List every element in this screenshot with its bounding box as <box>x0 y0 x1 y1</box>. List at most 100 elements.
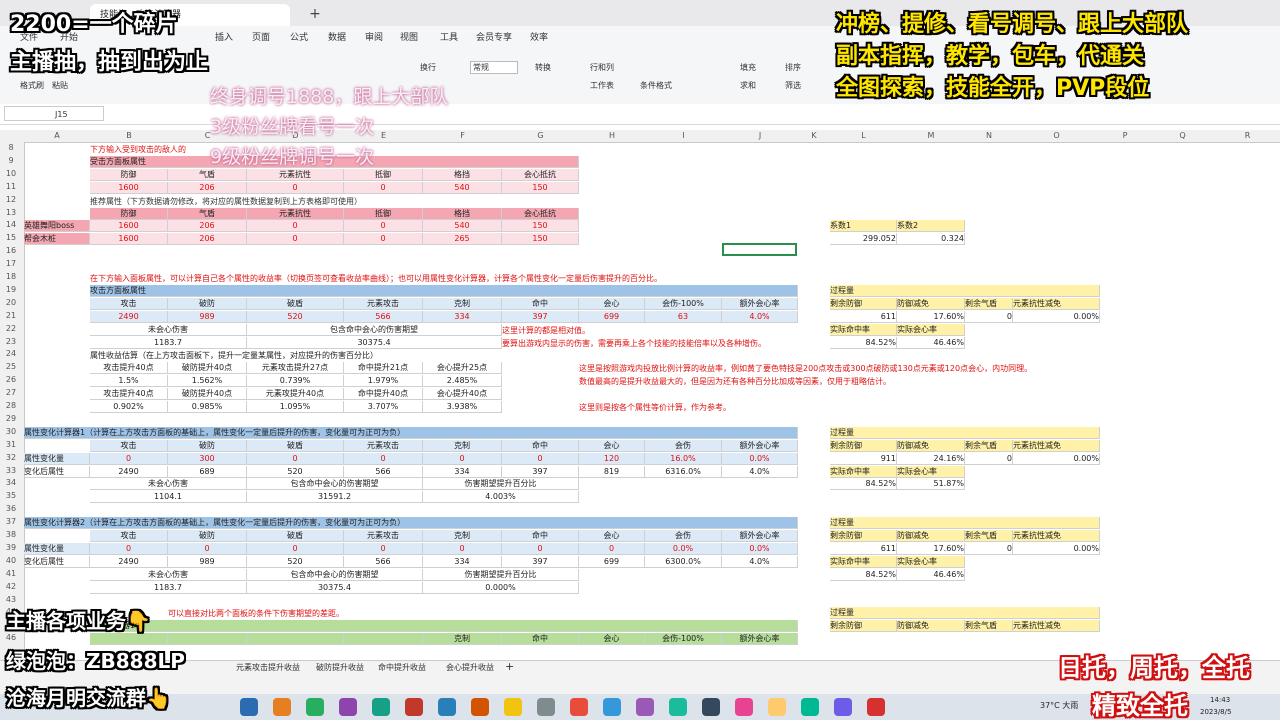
add-sheet-button[interactable]: + <box>505 660 514 673</box>
taskbar-app-icon[interactable] <box>372 698 390 716</box>
taskbar-app-icon[interactable] <box>273 698 291 716</box>
row-header-34[interactable]: 34 <box>0 478 22 487</box>
taskbar-app-icon[interactable] <box>669 698 687 716</box>
row-header-30[interactable]: 30 <box>0 427 22 436</box>
column-header-M[interactable]: M <box>897 131 965 140</box>
menu-item-10[interactable]: 效率 <box>530 30 548 43</box>
wrap-button[interactable]: 换行 <box>420 62 436 73</box>
column-header-I[interactable]: I <box>645 131 722 140</box>
row-col-button[interactable]: 行和列 <box>590 62 614 73</box>
row-header-13[interactable]: 13 <box>0 208 22 217</box>
row-header-39[interactable]: 39 <box>0 543 22 552</box>
column-header-J[interactable]: J <box>722 131 798 140</box>
menu-item-3[interactable]: 页面 <box>252 30 270 43</box>
format-painter-button[interactable]: 格式刷 <box>20 80 44 91</box>
menu-item-4[interactable]: 公式 <box>290 30 308 43</box>
row-header-37[interactable]: 37 <box>0 517 22 526</box>
taskbar-app-icon[interactable] <box>768 698 786 716</box>
fill-button[interactable]: 填充 <box>740 62 756 73</box>
column-header-Q[interactable]: Q <box>1150 131 1215 140</box>
menu-item-8[interactable]: 工具 <box>440 30 458 43</box>
sum-button[interactable]: 求和 <box>740 80 756 91</box>
taskbar-app-icon[interactable] <box>636 698 654 716</box>
row-header-38[interactable]: 38 <box>0 530 22 539</box>
selected-cell-j15[interactable] <box>722 243 797 256</box>
row-header-11[interactable]: 11 <box>0 182 22 191</box>
cond-format-button[interactable]: 条件格式 <box>640 80 672 91</box>
name-box[interactable]: J15 <box>4 106 104 121</box>
column-header-R[interactable]: R <box>1215 131 1280 140</box>
convert-button[interactable]: 转换 <box>535 62 551 73</box>
row-header-19[interactable]: 19 <box>0 285 22 294</box>
row-header-12[interactable]: 12 <box>0 195 22 204</box>
row-header-16[interactable]: 16 <box>0 246 22 255</box>
taskbar-app-icon[interactable] <box>504 698 522 716</box>
taskbar-app-icon[interactable] <box>603 698 621 716</box>
menu-item-5[interactable]: 数据 <box>328 30 346 43</box>
row-header-29[interactable]: 29 <box>0 414 22 423</box>
menu-item-9[interactable]: 会员专享 <box>476 30 512 43</box>
column-header-B[interactable]: B <box>90 131 168 140</box>
row-header-31[interactable]: 31 <box>0 440 22 449</box>
row-header-41[interactable]: 41 <box>0 569 22 578</box>
taskbar-app-icon[interactable] <box>834 698 852 716</box>
column-header-F[interactable]: F <box>423 131 502 140</box>
row-header-20[interactable]: 20 <box>0 298 22 307</box>
row-header-46[interactable]: 46 <box>0 633 22 642</box>
column-header-G[interactable]: G <box>502 131 579 140</box>
row-header-28[interactable]: 28 <box>0 401 22 410</box>
worksheet-button[interactable]: 工作表 <box>590 80 614 91</box>
paste-button[interactable]: 粘贴 <box>52 80 68 91</box>
menu-item-2[interactable]: 插入 <box>215 30 233 43</box>
column-header-O[interactable]: O <box>1013 131 1100 140</box>
row-header-40[interactable]: 40 <box>0 556 22 565</box>
new-tab-button[interactable]: + <box>300 5 330 23</box>
row-header-27[interactable]: 27 <box>0 388 22 397</box>
row-header-9[interactable]: 9 <box>0 156 22 165</box>
row-header-18[interactable]: 18 <box>0 272 22 281</box>
column-header-A[interactable]: A <box>24 131 90 140</box>
taskbar-app-icon[interactable] <box>240 698 258 716</box>
row-header-14[interactable]: 14 <box>0 220 22 229</box>
taskbar-app-icon[interactable] <box>306 698 324 716</box>
filter-button[interactable]: 筛选 <box>785 80 801 91</box>
row-header-24[interactable]: 24 <box>0 349 22 358</box>
number-format-select[interactable]: 常规 <box>470 61 518 74</box>
taskbar-app-icon[interactable] <box>867 698 885 716</box>
sheet-tab-3[interactable]: 会心提升收益 <box>446 662 494 673</box>
row-header-15[interactable]: 15 <box>0 233 22 242</box>
row-header-10[interactable]: 10 <box>0 169 22 178</box>
taskbar-app-icon[interactable] <box>702 698 720 716</box>
sheet-tab-1[interactable]: 破防提升收益 <box>316 662 364 673</box>
row-header-26[interactable]: 26 <box>0 375 22 384</box>
row-header-17[interactable]: 17 <box>0 259 22 268</box>
row-header-22[interactable]: 22 <box>0 324 22 333</box>
row-header-33[interactable]: 33 <box>0 466 22 475</box>
taskbar-app-icon[interactable] <box>339 698 357 716</box>
taskbar-app-icon[interactable] <box>570 698 588 716</box>
row-header-36[interactable]: 36 <box>0 504 22 513</box>
taskbar-app-icon[interactable] <box>735 698 753 716</box>
column-header-K[interactable]: K <box>798 131 830 140</box>
menu-item-7[interactable]: 视图 <box>400 30 418 43</box>
sheet-tab-0[interactable]: 元素攻击提升收益 <box>236 662 300 673</box>
taskbar-app-icon[interactable] <box>537 698 555 716</box>
sheet-tab-2[interactable]: 命中提升收益 <box>378 662 426 673</box>
column-header-N[interactable]: N <box>965 131 1013 140</box>
taskbar-app-icon[interactable] <box>471 698 489 716</box>
taskbar-app-icon[interactable] <box>801 698 819 716</box>
row-header-25[interactable]: 25 <box>0 362 22 371</box>
menu-item-6[interactable]: 审阅 <box>365 30 383 43</box>
column-header-P[interactable]: P <box>1100 131 1150 140</box>
row-header-23[interactable]: 23 <box>0 337 22 346</box>
row-header-42[interactable]: 42 <box>0 582 22 591</box>
sort-button[interactable]: 排序 <box>785 62 801 73</box>
row-header-21[interactable]: 21 <box>0 311 22 320</box>
column-header-L[interactable]: L <box>830 131 897 140</box>
row-header-32[interactable]: 32 <box>0 453 22 462</box>
row-header-35[interactable]: 35 <box>0 491 22 500</box>
column-header-H[interactable]: H <box>579 131 645 140</box>
row-header-43[interactable]: 43 <box>0 595 22 604</box>
row-header-8[interactable]: 8 <box>0 143 22 152</box>
taskbar-app-icon[interactable] <box>438 698 456 716</box>
